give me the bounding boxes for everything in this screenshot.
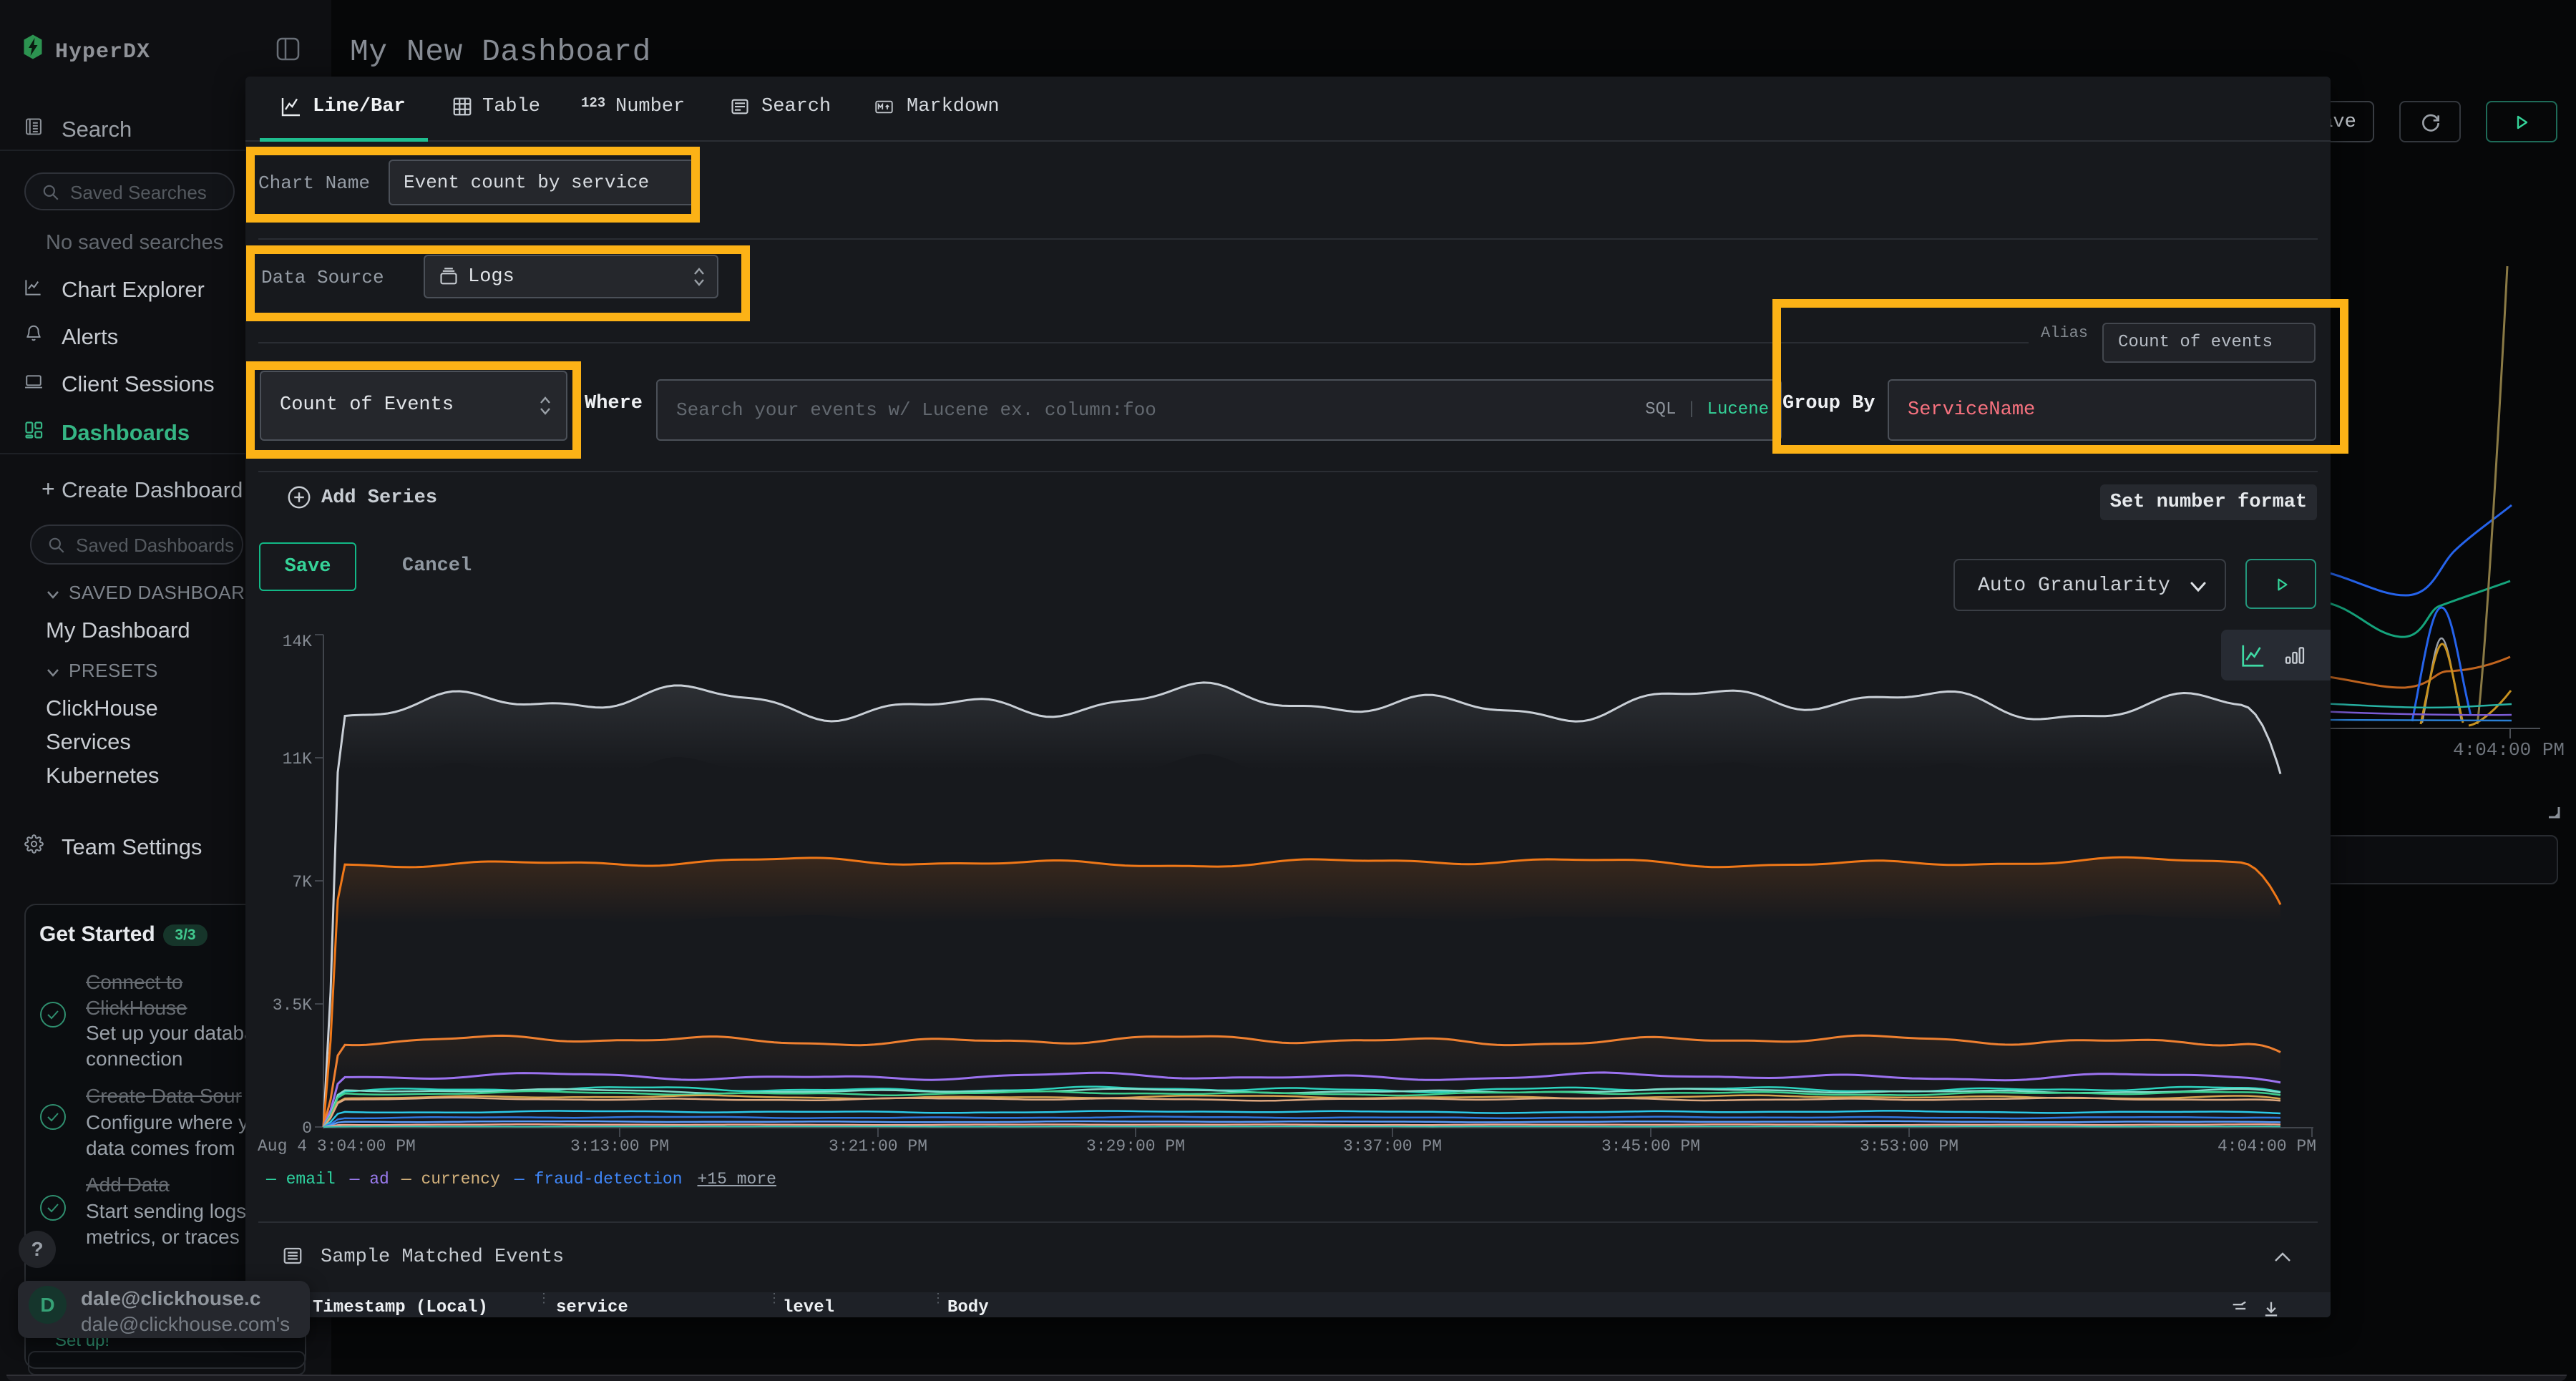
svg-text:3:53:00 PM: 3:53:00 PM bbox=[1860, 1137, 1958, 1156]
svg-text:3.5K: 3.5K bbox=[273, 996, 312, 1015]
svg-text:3:45:00 PM: 3:45:00 PM bbox=[1601, 1137, 1700, 1156]
svg-text:4:04:00 PM: 4:04:00 PM bbox=[2218, 1137, 2316, 1156]
svg-text:3:37:00 PM: 3:37:00 PM bbox=[1343, 1137, 1442, 1156]
svg-text:3:13:00 PM: 3:13:00 PM bbox=[570, 1137, 669, 1156]
svg-text:11K: 11K bbox=[283, 750, 313, 768]
svg-text:14K: 14K bbox=[283, 633, 313, 651]
svg-text:Aug 4 3:04:00 PM: Aug 4 3:04:00 PM bbox=[258, 1137, 416, 1156]
svg-text:7K: 7K bbox=[292, 873, 312, 892]
svg-text:3:21:00 PM: 3:21:00 PM bbox=[829, 1137, 927, 1156]
svg-text:3:29:00 PM: 3:29:00 PM bbox=[1086, 1137, 1185, 1156]
svg-text:0: 0 bbox=[302, 1119, 312, 1138]
